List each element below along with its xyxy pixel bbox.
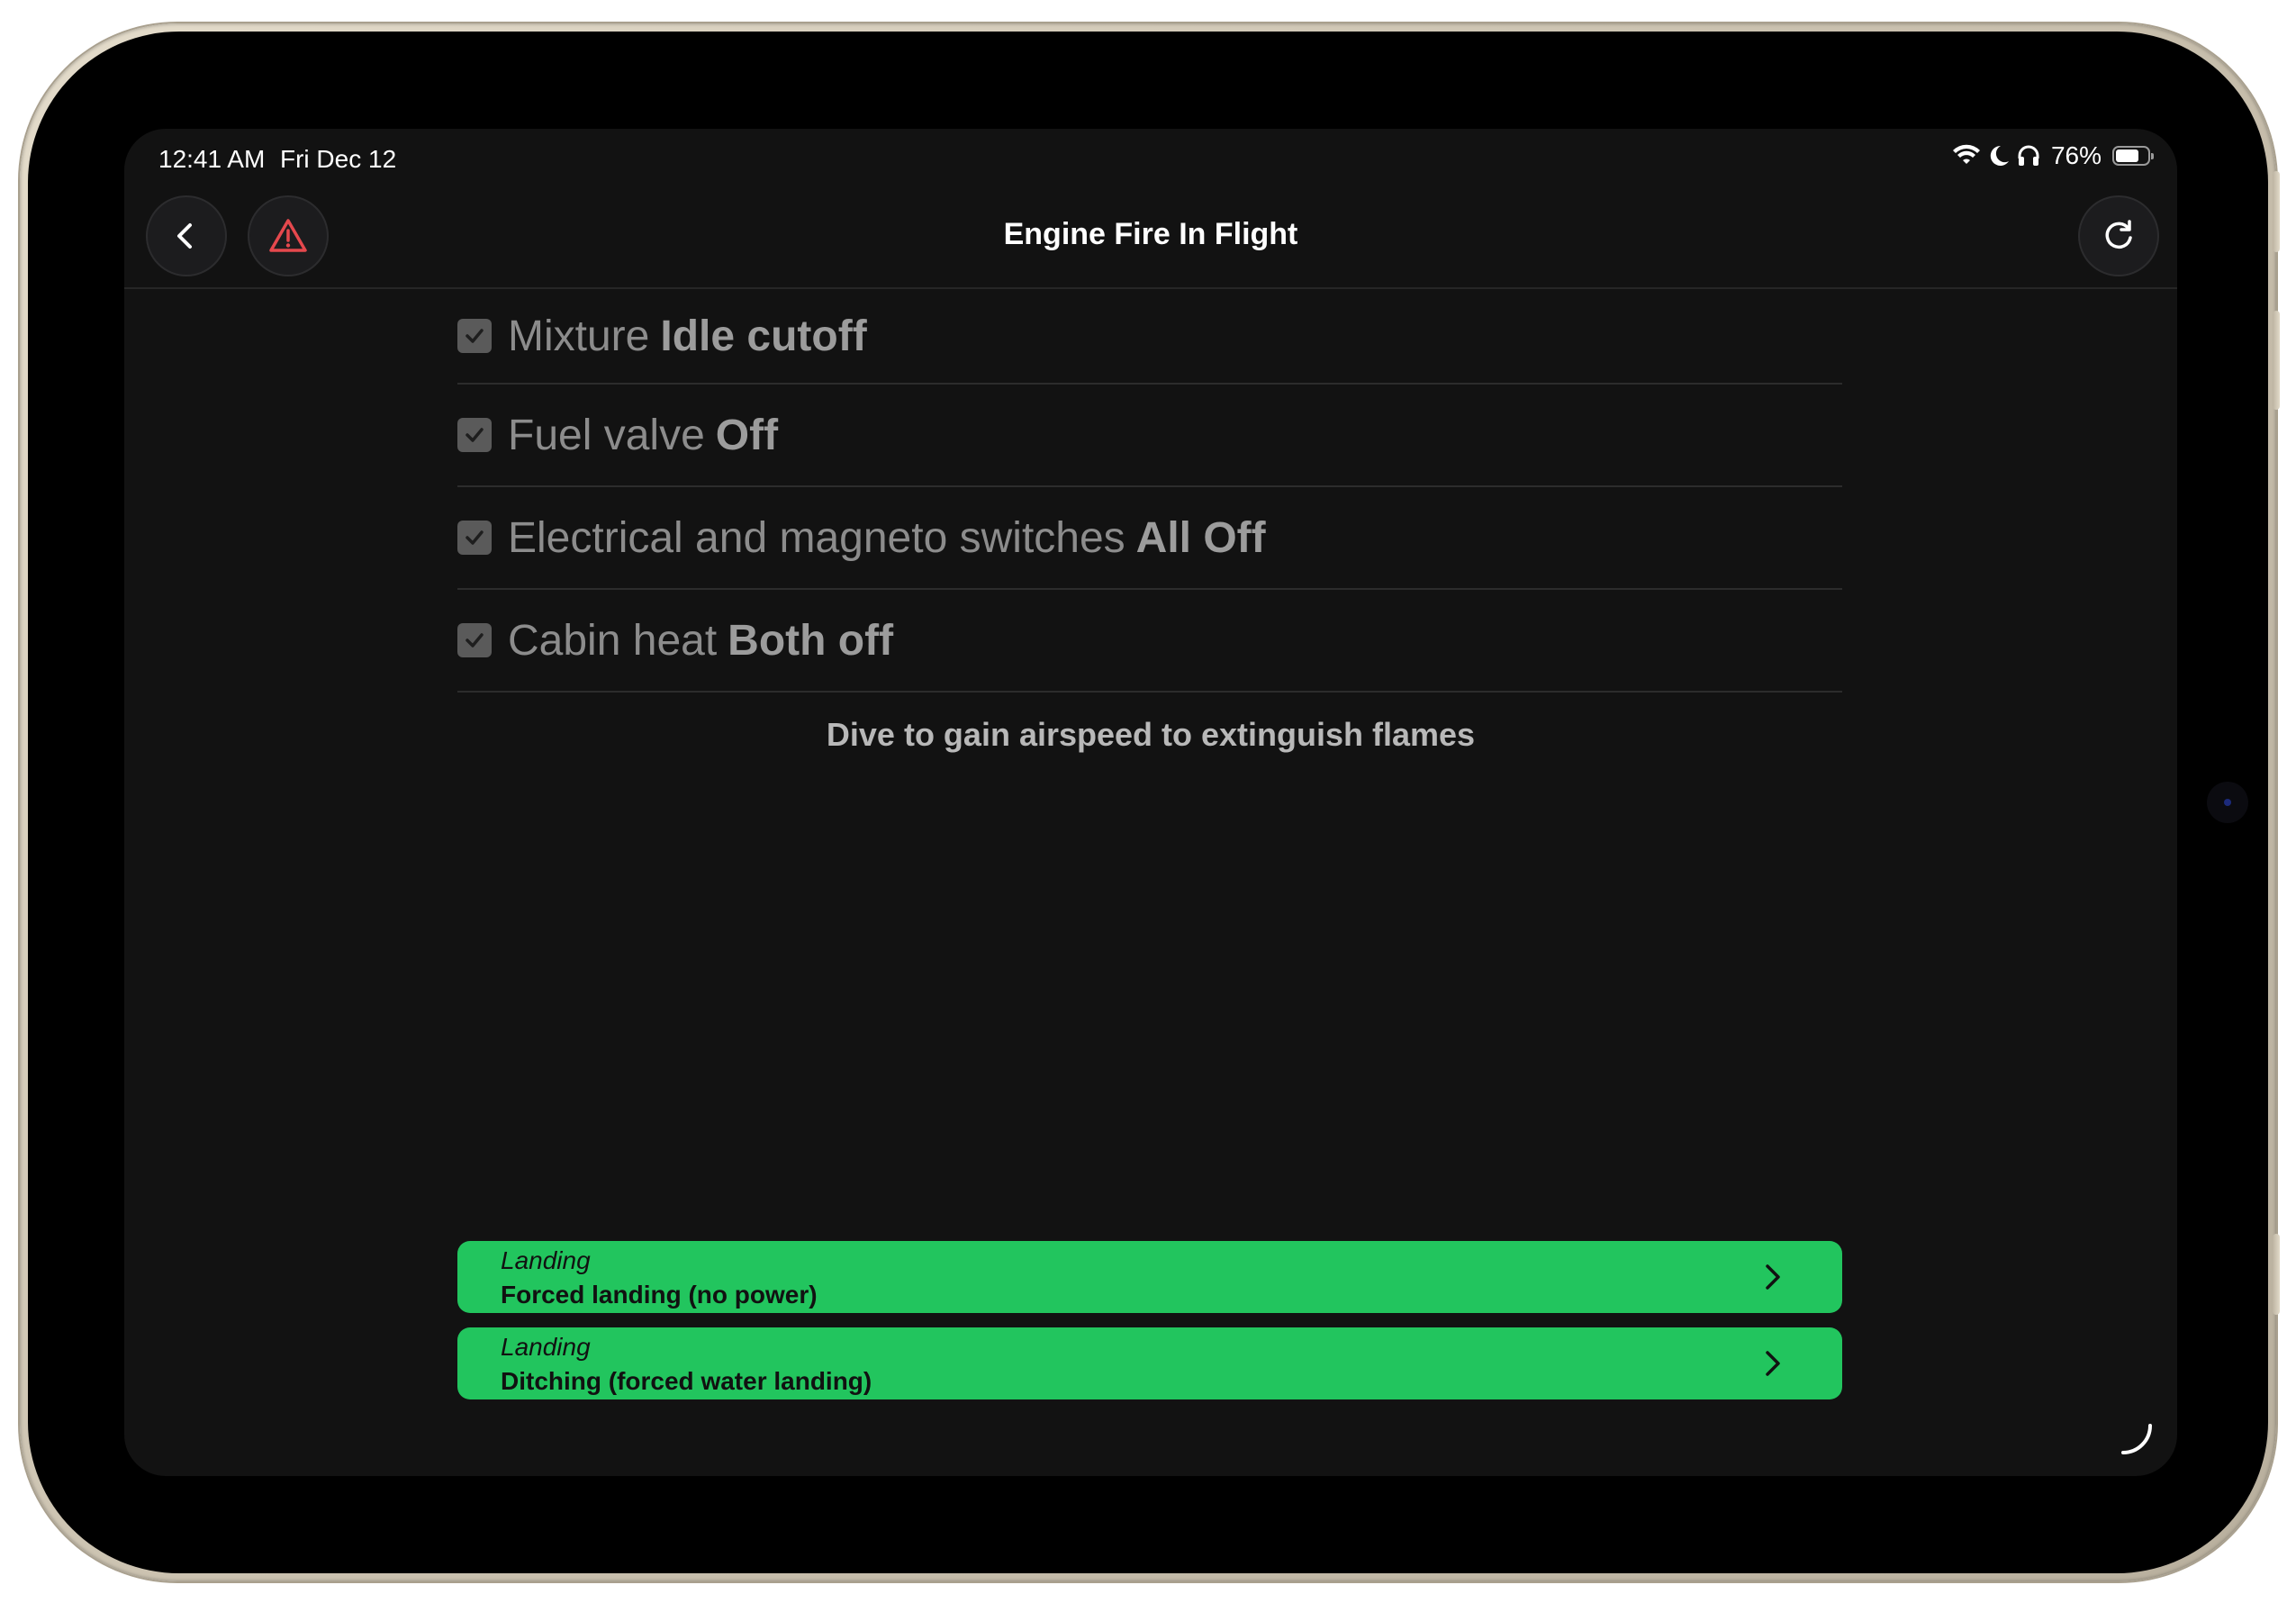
checkbox-checked[interactable] bbox=[457, 521, 492, 555]
checkbox-checked[interactable] bbox=[457, 319, 492, 353]
checkbox-checked[interactable] bbox=[457, 623, 492, 657]
checkmark-icon bbox=[466, 530, 484, 545]
checklist-item-action: Idle cutoff bbox=[660, 312, 867, 360]
link-title: Ditching (forced water landing) bbox=[501, 1367, 872, 1395]
refresh-button[interactable] bbox=[2078, 195, 2159, 276]
checkmark-icon bbox=[466, 329, 484, 343]
checklist: Mixture Idle cutoff Fuel valve Off Electri… bbox=[457, 289, 1842, 693]
checklist-item-action: All Off bbox=[1135, 513, 1266, 562]
checklist-item-text: Cabin heat Both off bbox=[508, 616, 893, 666]
navigation-bar: Engine Fire In Flight bbox=[124, 188, 2177, 289]
window-resize-handle[interactable] bbox=[2116, 1420, 2156, 1460]
camera-lens bbox=[2224, 799, 2231, 806]
checklist-item[interactable]: Electrical and magneto switches All Off bbox=[457, 487, 1842, 590]
status-date: Fri Dec 12 bbox=[280, 145, 397, 173]
link-category: Landing bbox=[501, 1246, 591, 1274]
checklist-item-text: Fuel valve Off bbox=[508, 411, 778, 460]
volume-down-button bbox=[2273, 311, 2280, 410]
status-indicators: 76% bbox=[1952, 141, 2154, 170]
link-category: Landing bbox=[501, 1333, 591, 1361]
refresh-icon bbox=[2105, 220, 2132, 249]
battery-percent: 76% bbox=[2050, 141, 2102, 169]
checkbox-checked[interactable] bbox=[457, 418, 492, 452]
checklist-item-text: Mixture Idle cutoff bbox=[508, 312, 867, 361]
volume-up-button bbox=[2273, 171, 2280, 252]
page-title: Engine Fire In Flight bbox=[1003, 217, 1298, 251]
checklist-item-label: Fuel valve bbox=[508, 411, 705, 459]
chevron-right-icon bbox=[1766, 1264, 1780, 1290]
checklist-item[interactable]: Cabin heat Both off bbox=[457, 590, 1842, 693]
link-title: Forced landing (no power) bbox=[501, 1281, 818, 1309]
moon-icon bbox=[1990, 145, 2009, 166]
checkmark-icon bbox=[466, 633, 484, 648]
link-ditching[interactable]: Landing Ditching (forced water landing) bbox=[457, 1327, 1842, 1399]
power-button bbox=[2273, 1234, 2280, 1315]
headphones-icon bbox=[2018, 145, 2039, 166]
wifi-icon bbox=[1952, 144, 1980, 164]
battery-fill bbox=[2116, 149, 2138, 162]
checklist-item-action: Off bbox=[715, 411, 779, 459]
status-bar: 12:41 AM Fri Dec 12 76% bbox=[124, 129, 2177, 188]
battery-nub bbox=[2151, 153, 2154, 159]
app-screen: 12:41 AM Fri Dec 12 76% Engine Fire In F… bbox=[124, 129, 2177, 1476]
procedure-note: Dive to gain airspeed to extinguish flam… bbox=[826, 716, 1476, 753]
checklist-item-label: Electrical and magneto switches bbox=[508, 513, 1125, 562]
battery-icon bbox=[2112, 146, 2154, 166]
checklist-item-label: Cabin heat bbox=[508, 616, 718, 665]
link-forced-landing[interactable]: Landing Forced landing (no power) bbox=[457, 1241, 1842, 1313]
status-time: 12:41 AM bbox=[158, 145, 266, 173]
front-camera bbox=[2207, 782, 2248, 823]
checkmark-icon bbox=[466, 428, 484, 442]
chevron-right-icon bbox=[1766, 1351, 1780, 1376]
checklist-item-action: Both off bbox=[728, 616, 894, 665]
checklist-item-label: Mixture bbox=[508, 312, 650, 360]
checklist-item[interactable]: Fuel valve Off bbox=[457, 385, 1842, 487]
checklist-item[interactable]: Mixture Idle cutoff bbox=[457, 289, 1842, 385]
checklist-item-text: Electrical and magneto switches All Off bbox=[508, 513, 1266, 563]
